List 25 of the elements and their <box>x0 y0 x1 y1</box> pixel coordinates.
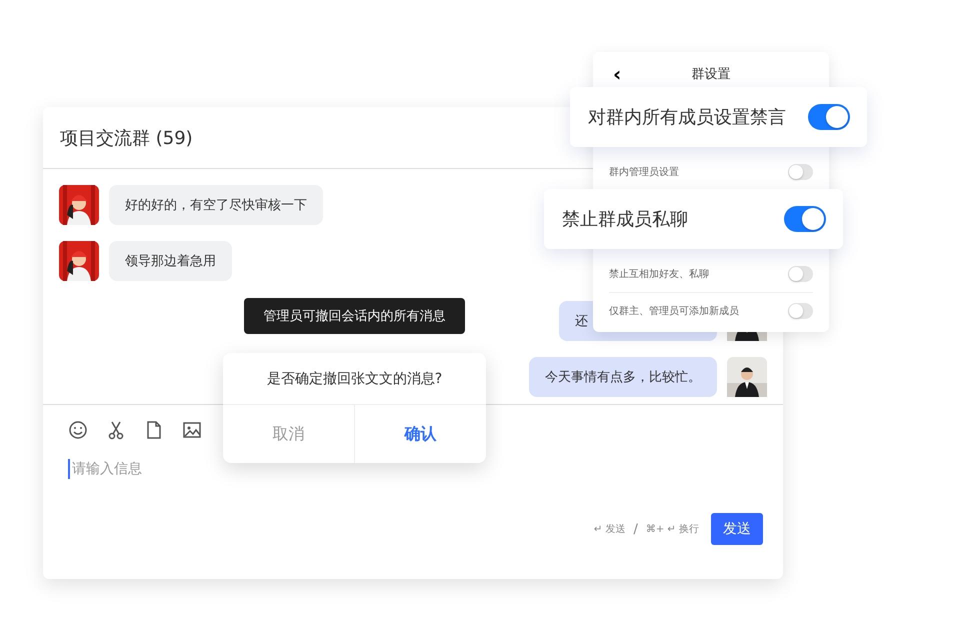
tooltip: 管理员可撤回会话内的所有消息 <box>244 298 465 334</box>
setting-label: 禁止互相加好友、私聊 <box>609 268 709 281</box>
message-bubble: 今天事情有点多，比较忙。 <box>529 357 717 397</box>
shortcut-hint: ↵ 发送 <box>594 523 626 536</box>
setting-label: 对群内所有成员设置禁言 <box>588 106 786 129</box>
scissors-icon[interactable] <box>106 420 126 440</box>
chat-title: 项目交流群 (59) <box>60 126 193 150</box>
toggle-switch[interactable] <box>784 206 826 232</box>
toggle-switch[interactable] <box>788 303 813 319</box>
emoji-icon[interactable] <box>68 420 88 440</box>
message-bubble: 领导那边着急用 <box>109 241 232 281</box>
setting-label: 群内管理员设置 <box>609 166 679 179</box>
dialog-title: 是否确定撤回张文文的消息? <box>266 370 442 388</box>
shortcut-hint: ⌘+ ↵ 换行 <box>646 523 699 536</box>
image-icon[interactable] <box>182 420 202 440</box>
shortcut-hint: / <box>633 522 638 536</box>
toggle-switch[interactable] <box>808 104 850 130</box>
toggle-switch[interactable] <box>788 266 813 282</box>
panel-title: 群设置 <box>692 66 730 82</box>
cancel-button[interactable]: 取消 <box>223 405 355 463</box>
setting-label: 禁止群成员私聊 <box>562 208 688 231</box>
back-button[interactable]: ‹ <box>609 62 626 86</box>
send-button[interactable]: 发送 <box>711 513 763 545</box>
toggle-switch[interactable] <box>788 164 813 180</box>
message-bubble: 好的好的，有空了尽快审核一下 <box>109 185 323 225</box>
